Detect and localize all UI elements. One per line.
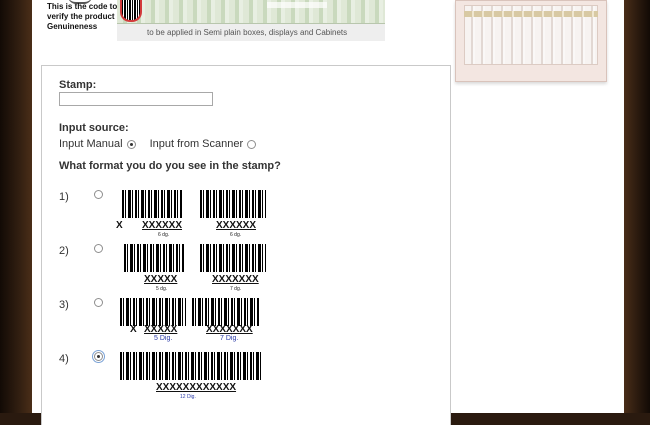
barcode-bars — [200, 190, 266, 218]
barcode-left-digits: 6 dg. — [158, 232, 170, 238]
barcode-left-code: XXXXX — [144, 324, 178, 335]
cigar-bands — [464, 11, 598, 17]
barcode-bars — [200, 244, 266, 272]
barcode-format-4-image: XXXXXXXXXXXX 12 Dig. — [120, 352, 264, 402]
verification-form-panel: Stamp: Input source: Input Manual Input … — [41, 65, 451, 425]
input-source-row: Input Manual Input from Scanner — [59, 138, 257, 150]
input-scanner-label: Input from Scanner — [149, 138, 244, 150]
barcode-digits: 12 Dig. — [180, 394, 196, 400]
barcode-right-digits: 7 Dig. — [220, 335, 239, 342]
barcode-right-code: XXXXXXX — [212, 274, 259, 285]
barcode-left-code: XXXXX — [144, 274, 178, 285]
barcode-format-1-image: X XXXXXX 6 dg. XXXXXX 6 dg. — [116, 190, 270, 240]
format-option-3-radio[interactable] — [94, 298, 103, 307]
cigar-box-image — [455, 0, 607, 82]
format-option-4-number: 4) — [59, 353, 69, 365]
stamp-input[interactable] — [59, 92, 213, 106]
barcode-prefix: X — [116, 220, 123, 231]
barcode-bars — [120, 352, 262, 380]
format-option-3-number: 3) — [59, 299, 69, 311]
input-source-label: Input source: — [59, 122, 129, 134]
input-scanner-radio[interactable] — [247, 139, 257, 149]
input-manual-radio[interactable] — [126, 139, 136, 149]
left-wood-frame — [0, 0, 32, 413]
format-question: What format you do you see in the stamp? — [59, 160, 281, 172]
barcode-bars — [120, 298, 186, 326]
barcode-left-digits: 5 Dig. — [154, 335, 173, 342]
format-option-2-number: 2) — [59, 245, 69, 257]
barcode-prefix: X — [130, 324, 137, 335]
barcode-right-digits: 7 dg. — [230, 286, 242, 292]
input-manual-label: Input Manual — [59, 138, 123, 150]
barcode-left-code: XXXXXX — [142, 220, 183, 231]
barcode-format-2-image: XXXXX 5 dg. XXXXXXX 7 dg. — [120, 244, 270, 294]
format-option-1-radio[interactable] — [94, 190, 103, 199]
page-content: This is the code to verify the product G… — [32, 0, 624, 425]
barcode-code: XXXXXXXXXXXX — [156, 382, 237, 393]
code-note-text: This is the code to verify the product G… — [47, 2, 118, 31]
barcode-bars — [122, 190, 182, 218]
stamp-label: Stamp: — [59, 79, 97, 91]
tax-stamp-image — [117, 0, 385, 24]
barcode-right-code: XXXXXXX — [206, 324, 253, 335]
stamp-barcode-icon — [120, 0, 142, 22]
format-option-4-radio[interactable] — [92, 350, 105, 363]
barcode-bars — [124, 244, 184, 272]
right-wood-frame — [624, 0, 650, 413]
barcode-right-digits: 6 dg. — [230, 232, 242, 238]
barcode-right-code: XXXXXX — [216, 220, 257, 231]
barcode-format-3-image: X XXXXX 5 Dig. XXXXXXX 7 Dig. — [116, 298, 266, 344]
format-option-2-radio[interactable] — [94, 244, 103, 253]
stamp-label-area — [267, 2, 327, 8]
stamp-caption: to be applied in Semi plain boxes, displ… — [117, 24, 385, 41]
format-option-1-number: 1) — [59, 191, 69, 203]
barcode-bars — [192, 298, 260, 326]
barcode-left-digits: 5 dg. — [156, 286, 168, 292]
